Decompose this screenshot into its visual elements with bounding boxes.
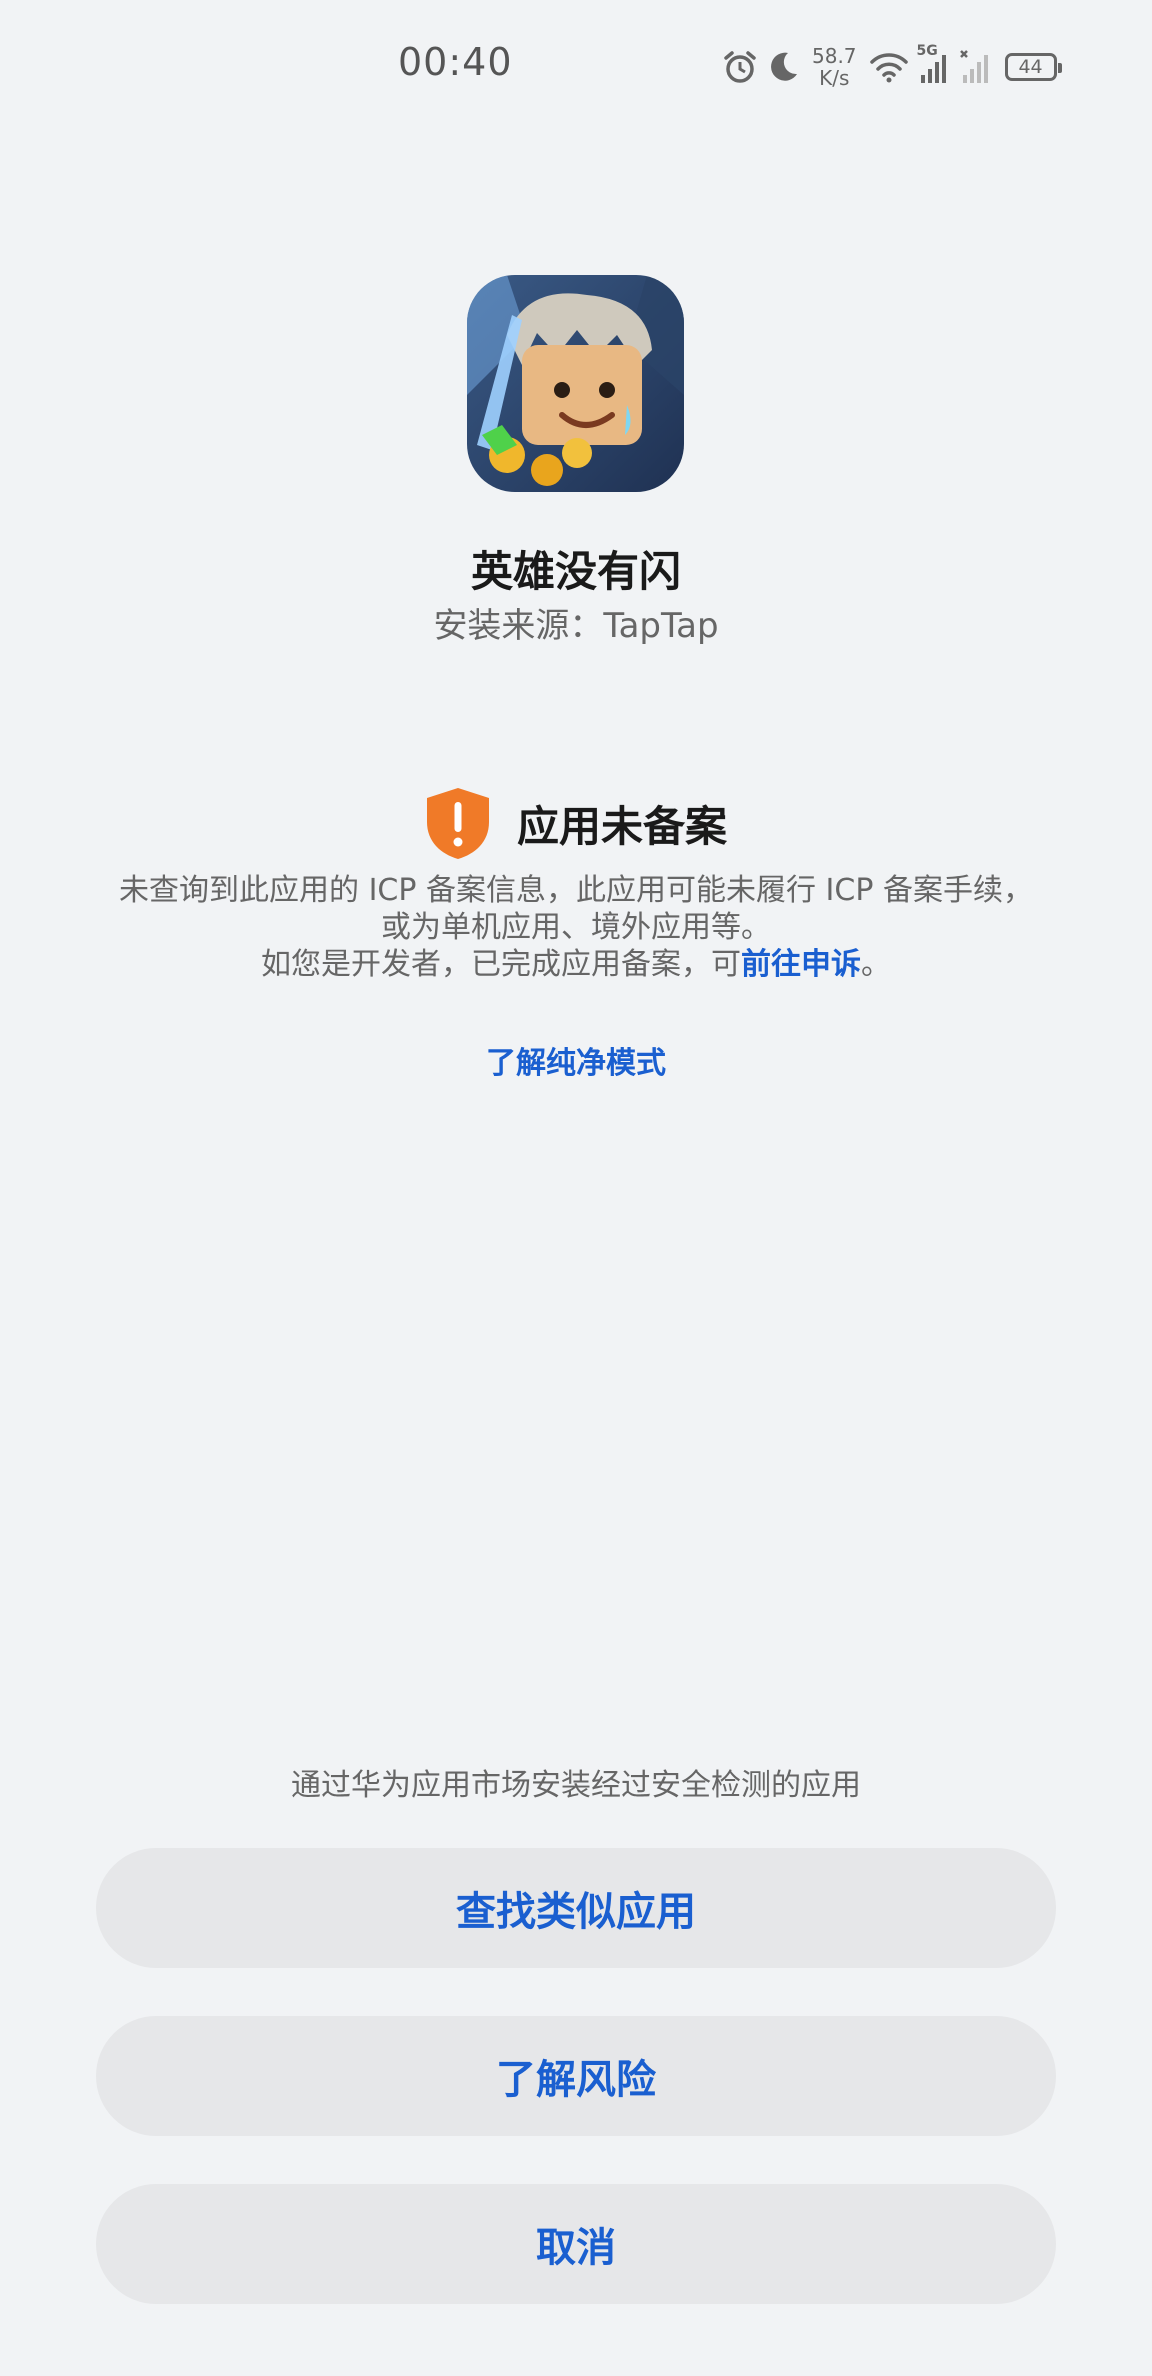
learn-risk-label: 了解风险: [496, 2057, 656, 2103]
warning-desc-line2: 或为单机应用、境外应用等。: [381, 910, 771, 945]
warning-desc-line3: 如您是开发者，已完成应用备案，可前往申诉。: [60, 946, 1092, 983]
warning-title: 应用未备案: [516, 801, 727, 851]
warning-desc-line1: 未查询到此应用的 ICP 备案信息，此应用可能未履行 ICP 备案手续，: [119, 873, 1033, 908]
bottom-hint: 通过华为应用市场安装经过安全检测的应用: [291, 1768, 861, 1803]
alarm-icon: [724, 51, 756, 83]
find-similar-label: 查找类似应用: [456, 1889, 696, 1935]
app-source: 安装来源：TapTap: [433, 606, 719, 646]
install-warning-page: 00:40 58.7 K/s 5G 44 英雄没有闪 安装来源：TapTap 应…: [0, 0, 1152, 2376]
signal-no-sim-icon: [959, 50, 988, 83]
moon-icon: [771, 52, 797, 81]
cancel-label: 取消: [536, 2225, 616, 2271]
warning-header: 应用未备案: [0, 786, 1152, 860]
cancel-button[interactable]: 取消: [96, 2184, 1056, 2304]
status-time: 00:40: [398, 40, 513, 84]
battery-level: 44: [1018, 56, 1043, 78]
net-speed: 58.7 K/s: [812, 45, 857, 89]
status-icons: 58.7 K/s 5G 44: [722, 42, 1062, 92]
pure-mode-link[interactable]: 了解纯净模式: [0, 1038, 1152, 1082]
warning-description: 未查询到此应用的 ICP 备案信息，此应用可能未履行 ICP 备案手续， 或为单…: [60, 872, 1092, 983]
app-name: 英雄没有闪: [470, 547, 681, 596]
learn-risk-button[interactable]: 了解风险: [96, 2016, 1056, 2136]
net-speed-value: 58.7: [812, 44, 857, 68]
signal-5g: 5G: [917, 43, 951, 85]
warning-desc-line3-suffix: 。: [861, 947, 891, 982]
app-icon: [467, 275, 684, 492]
find-similar-button[interactable]: 查找类似应用: [96, 1848, 1056, 1968]
wifi-icon: [869, 53, 908, 83]
warning-shield-icon: [426, 788, 489, 859]
signal-icon: [920, 55, 946, 83]
battery-icon: 44: [1004, 53, 1062, 81]
warning-desc-line3-prefix: 如您是开发者，已完成应用备案，可: [261, 947, 741, 982]
appeal-link[interactable]: 前往申诉: [741, 947, 861, 982]
net-speed-unit: K/s: [819, 66, 850, 90]
